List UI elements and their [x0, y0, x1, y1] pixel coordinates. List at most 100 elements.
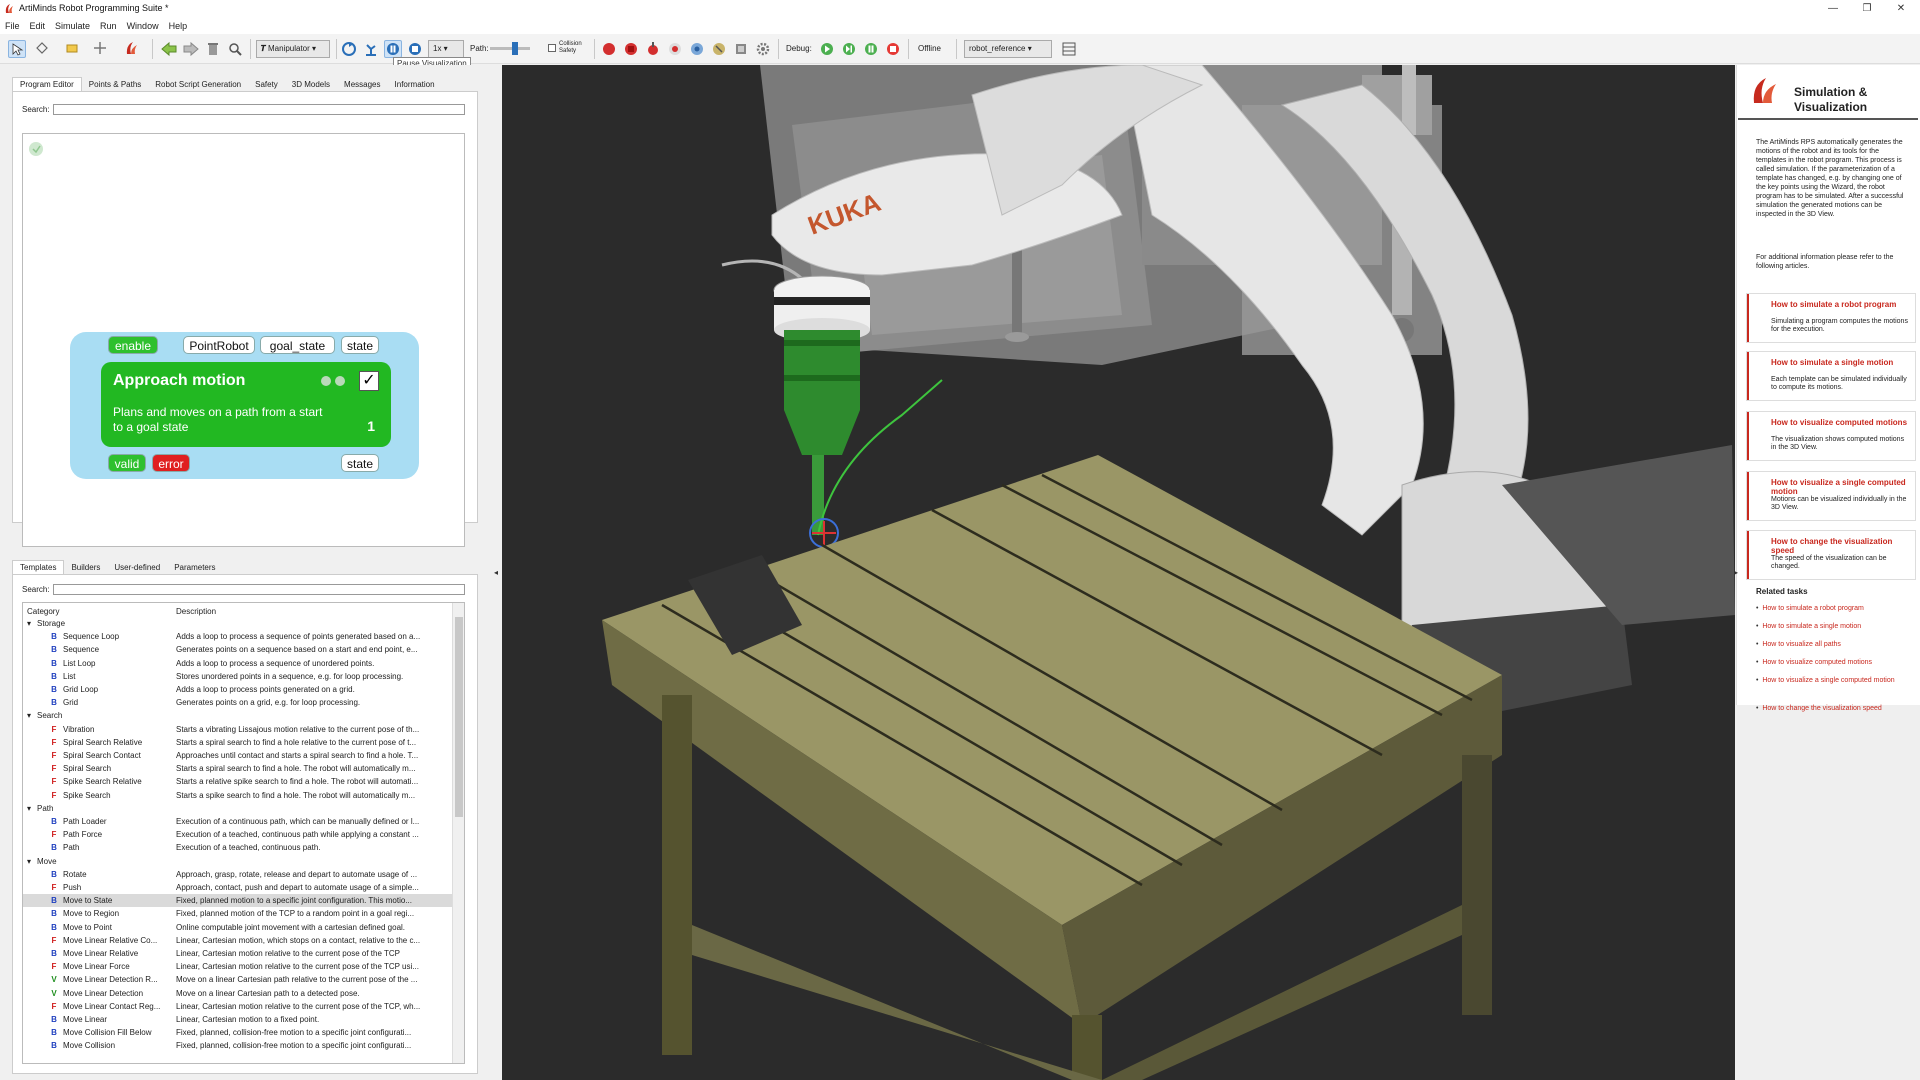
program-canvas[interactable]: enable PointRobot goal_state state Appro…: [22, 133, 465, 547]
template-row[interactable]: B List Loop Adds a loop to process a seque…: [23, 657, 453, 670]
related-task-label[interactable]: How to simulate a single motion: [1762, 623, 1861, 630]
menu-edit[interactable]: Edit: [25, 18, 51, 34]
param-state-in[interactable]: state: [341, 336, 379, 354]
template-row[interactable]: B Move Collision Fill Below Fixed, planned…: [23, 1026, 453, 1039]
template-row[interactable]: B Path Loader Execution of a continuous pa…: [23, 815, 453, 828]
artiminds-logo-button[interactable]: [124, 40, 142, 58]
record-icon[interactable]: [600, 40, 618, 58]
help-article-link[interactable]: How to visualize computed motions: [1771, 418, 1911, 427]
camera-icon[interactable]: [688, 40, 706, 58]
help-article-card[interactable]: How to simulate a robot program Simulatin…: [1746, 293, 1916, 343]
related-task-link[interactable]: • How to simulate a single motion: [1756, 623, 1914, 631]
trash-icon[interactable]: [204, 40, 222, 58]
robot-arm-icon[interactable]: [362, 40, 380, 58]
category-header[interactable]: Category: [27, 607, 59, 616]
related-task-link[interactable]: • How to visualize all paths: [1756, 641, 1914, 649]
template-row[interactable]: B Move Linear Relative Linear, Cartesian m…: [23, 947, 453, 960]
settings-gear-icon[interactable]: [754, 40, 772, 58]
template-list-scrollbar[interactable]: [452, 603, 464, 1063]
template-row[interactable]: F Spiral Search Contact Approaches until c…: [23, 749, 453, 762]
template-row[interactable]: V Move Linear Detection Move on a linear C…: [23, 987, 453, 1000]
expand-arrow-icon[interactable]: ▾: [27, 617, 31, 630]
help-article-card[interactable]: How to visualize computed motions The vis…: [1746, 411, 1916, 461]
description-header[interactable]: Description: [176, 607, 216, 616]
template-search-input[interactable]: [53, 584, 465, 595]
template-row[interactable]: F Path Force Execution of a teached, conti…: [23, 828, 453, 841]
enabled-checkbox[interactable]: ✓: [359, 371, 379, 391]
expand-arrow-icon[interactable]: ▾: [27, 855, 31, 868]
template-row[interactable]: F Spike Search Starts a spike search to fi…: [23, 789, 453, 802]
tab-builders[interactable]: Builders: [64, 561, 107, 575]
expand-arrow-icon[interactable]: ▾: [27, 802, 31, 815]
3d-scene[interactable]: KUKA: [502, 65, 1735, 1080]
related-task-label[interactable]: How to change the visualization speed: [1762, 705, 1881, 712]
menu-file[interactable]: File: [0, 18, 25, 34]
tab-robot-script-generation[interactable]: Robot Script Generation: [148, 78, 248, 92]
tab-points-paths[interactable]: Points & Paths: [82, 78, 148, 92]
layout-icon[interactable]: [1060, 40, 1078, 58]
related-task-link[interactable]: • How to visualize a single computed mot…: [1756, 677, 1914, 685]
param-error[interactable]: error: [152, 454, 190, 472]
tab-parameters[interactable]: Parameters: [167, 561, 222, 575]
expand-arrow-icon[interactable]: ▾: [27, 709, 31, 722]
help-article-link[interactable]: How to change the visualization speed: [1771, 537, 1911, 555]
debug-play-icon[interactable]: [818, 40, 836, 58]
simulate-icon[interactable]: [340, 40, 358, 58]
help-article-card[interactable]: How to change the visualization speed The…: [1746, 530, 1916, 580]
tab-user-defined[interactable]: User-defined: [107, 561, 167, 575]
move-tool-button[interactable]: [34, 40, 52, 58]
io-icon[interactable]: [732, 40, 750, 58]
robot-dropdown[interactable]: robot_reference ▾: [964, 40, 1052, 58]
template-row[interactable]: F Move Linear Contact Reg... Linear, Carte…: [23, 1000, 453, 1013]
template-row[interactable]: F Spiral Search Relative Starts a spiral s…: [23, 736, 453, 749]
record-stop-icon[interactable]: [622, 40, 640, 58]
collapse-right-arrow-icon[interactable]: ▸: [1734, 568, 1738, 577]
template-row[interactable]: B Move to Region Fixed, planned motion of …: [23, 907, 453, 920]
related-task-label[interactable]: How to visualize all paths: [1762, 641, 1841, 648]
template-row[interactable]: V Move Linear Detection R... Move on a lin…: [23, 973, 453, 986]
3d-view[interactable]: KUKA: [502, 65, 1735, 1080]
template-row[interactable]: B Move Collision Fixed, planned, collision…: [23, 1039, 453, 1052]
param-valid[interactable]: valid: [108, 454, 146, 472]
stop-visualization-button[interactable]: [406, 40, 424, 58]
menu-help[interactable]: Help: [164, 18, 193, 34]
close-button[interactable]: ✕: [1886, 2, 1916, 16]
param-point-robot[interactable]: PointRobot: [183, 336, 255, 354]
template-row[interactable]: F Spiral Search Starts a spiral search to …: [23, 762, 453, 775]
record-target-icon[interactable]: [666, 40, 684, 58]
param-state-out[interactable]: state: [341, 454, 379, 472]
template-row[interactable]: B Path Execution of a teached, continuous …: [23, 841, 453, 854]
gripper-icon[interactable]: [710, 40, 728, 58]
template-row[interactable]: F Move Linear Force Linear, Cartesian moti…: [23, 960, 453, 973]
template-row[interactable]: F Spike Search Relative Starts a relative …: [23, 775, 453, 788]
debug-pause-icon[interactable]: [862, 40, 880, 58]
tab-3d-models[interactable]: 3D Models: [285, 78, 337, 92]
template-row[interactable]: B Move Linear Linear, Cartesian motion to …: [23, 1013, 453, 1026]
menu-run[interactable]: Run: [95, 18, 122, 34]
manipulator-dropdown[interactable]: 𝑻 Manipulator ▾: [256, 40, 330, 58]
category-group[interactable]: ▾ Move: [23, 855, 453, 868]
magnifier-icon[interactable]: [226, 40, 244, 58]
help-article-link[interactable]: How to simulate a robot program: [1771, 300, 1911, 309]
program-search-input[interactable]: [53, 104, 465, 115]
related-task-link[interactable]: • How to simulate a robot program: [1756, 605, 1914, 613]
collision-safety-checkbox[interactable]: [548, 44, 556, 52]
help-article-link[interactable]: How to visualize a single computed motio…: [1771, 478, 1911, 496]
collapse-left-arrow-icon[interactable]: ◂: [494, 568, 498, 577]
debug-step-icon[interactable]: [840, 40, 858, 58]
folder-button[interactable]: [64, 40, 82, 58]
template-row[interactable]: B Sequence Loop Adds a loop to process a s…: [23, 630, 453, 643]
related-task-label[interactable]: How to simulate a robot program: [1762, 605, 1864, 612]
tab-templates[interactable]: Templates: [12, 560, 65, 574]
tab-messages[interactable]: Messages: [337, 78, 387, 92]
related-task-label[interactable]: How to visualize a single computed motio…: [1762, 677, 1894, 684]
tab-safety[interactable]: Safety: [248, 78, 285, 92]
template-row[interactable]: B List Stores unordered points in a sequen…: [23, 670, 453, 683]
category-group[interactable]: ▾ Path: [23, 802, 453, 815]
category-group[interactable]: ▾ Search: [23, 709, 453, 722]
related-task-link[interactable]: • How to visualize computed motions: [1756, 659, 1914, 667]
menu-simulate[interactable]: Simulate: [50, 18, 95, 34]
template-row[interactable]: B Grid Loop Adds a loop to process points …: [23, 683, 453, 696]
forward-arrow-icon[interactable]: [182, 40, 200, 58]
tab-information[interactable]: Information: [388, 78, 442, 92]
